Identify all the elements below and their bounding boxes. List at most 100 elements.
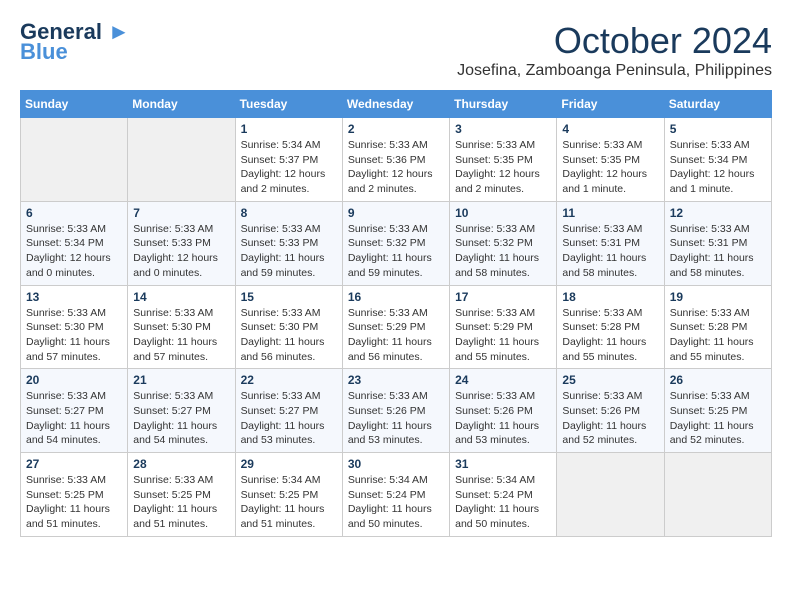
- calendar-day-cell: 18Sunrise: 5:33 AMSunset: 5:28 PMDayligh…: [557, 285, 664, 369]
- calendar-body: 1 Sunrise: 5:34 AMSunset: 5:37 PMDaylight…: [21, 118, 772, 537]
- weekday-header-cell: Tuesday: [235, 91, 342, 118]
- month-title: October 2024: [457, 20, 772, 62]
- weekday-header-cell: Friday: [557, 91, 664, 118]
- day-info: Sunrise: 5:33 AMSunset: 5:34 PMDaylight:…: [670, 138, 766, 197]
- day-number: 1: [241, 122, 337, 136]
- logo: General ► Blue: [20, 20, 130, 64]
- calendar-day-cell: 17Sunrise: 5:33 AMSunset: 5:29 PMDayligh…: [450, 285, 557, 369]
- day-info: Sunrise: 5:33 AMSunset: 5:35 PMDaylight:…: [455, 138, 551, 197]
- day-number: 19: [670, 290, 766, 304]
- logo-blue-text: Blue: [20, 40, 68, 64]
- calendar-week-row: 20 Sunrise: 5:33 AMSunset: 5:27 PMDayligh…: [21, 369, 772, 453]
- day-number: 28: [133, 457, 229, 471]
- calendar-day-cell: 11Sunrise: 5:33 AMSunset: 5:31 PMDayligh…: [557, 201, 664, 285]
- weekday-header-cell: Thursday: [450, 91, 557, 118]
- calendar-day-cell: 25 Sunrise: 5:33 AMSunset: 5:26 PMDayligh…: [557, 369, 664, 453]
- day-info: Sunrise: 5:33 AMSunset: 5:25 PMDaylight:…: [133, 473, 229, 532]
- calendar-day-cell: 24 Sunrise: 5:33 AMSunset: 5:26 PMDayligh…: [450, 369, 557, 453]
- day-number: 3: [455, 122, 551, 136]
- day-info: Sunrise: 5:33 AMSunset: 5:32 PMDaylight:…: [348, 222, 444, 281]
- day-info: Sunrise: 5:33 AMSunset: 5:26 PMDaylight:…: [348, 389, 444, 448]
- calendar-day-cell: 26Sunrise: 5:33 AMSunset: 5:25 PMDayligh…: [664, 369, 771, 453]
- calendar-day-cell: 21 Sunrise: 5:33 AMSunset: 5:27 PMDayligh…: [128, 369, 235, 453]
- weekday-header-cell: Wednesday: [342, 91, 449, 118]
- weekday-header-row: SundayMondayTuesdayWednesdayThursdayFrid…: [21, 91, 772, 118]
- calendar-week-row: 1 Sunrise: 5:34 AMSunset: 5:37 PMDaylight…: [21, 118, 772, 202]
- day-info: Sunrise: 5:33 AMSunset: 5:30 PMDaylight:…: [26, 306, 122, 365]
- calendar-day-cell: 19 Sunrise: 5:33 AMSunset: 5:28 PMDayligh…: [664, 285, 771, 369]
- day-info: Sunrise: 5:33 AMSunset: 5:33 PMDaylight:…: [133, 222, 229, 281]
- day-number: 24: [455, 373, 551, 387]
- day-number: 10: [455, 206, 551, 220]
- day-info: Sunrise: 5:34 AMSunset: 5:37 PMDaylight:…: [241, 138, 337, 197]
- page-header: General ► Blue October 2024 Josefina, Za…: [20, 20, 772, 80]
- calendar-day-cell: 10 Sunrise: 5:33 AMSunset: 5:32 PMDayligh…: [450, 201, 557, 285]
- day-info: Sunrise: 5:33 AMSunset: 5:29 PMDaylight:…: [348, 306, 444, 365]
- day-number: 22: [241, 373, 337, 387]
- day-info: Sunrise: 5:33 AMSunset: 5:28 PMDaylight:…: [670, 306, 766, 365]
- calendar-day-cell: 9 Sunrise: 5:33 AMSunset: 5:32 PMDaylight…: [342, 201, 449, 285]
- calendar-day-cell: 30 Sunrise: 5:34 AMSunset: 5:24 PMDayligh…: [342, 453, 449, 537]
- location-subtitle: Josefina, Zamboanga Peninsula, Philippin…: [457, 62, 772, 80]
- weekday-header-cell: Monday: [128, 91, 235, 118]
- calendar-day-cell: 23Sunrise: 5:33 AMSunset: 5:26 PMDayligh…: [342, 369, 449, 453]
- day-number: 8: [241, 206, 337, 220]
- day-number: 16: [348, 290, 444, 304]
- calendar-day-cell: 13Sunrise: 5:33 AMSunset: 5:30 PMDayligh…: [21, 285, 128, 369]
- day-number: 18: [562, 290, 658, 304]
- calendar-day-cell: 28 Sunrise: 5:33 AMSunset: 5:25 PMDayligh…: [128, 453, 235, 537]
- day-info: Sunrise: 5:33 AMSunset: 5:36 PMDaylight:…: [348, 138, 444, 197]
- day-info: Sunrise: 5:33 AMSunset: 5:26 PMDaylight:…: [562, 389, 658, 448]
- day-number: 2: [348, 122, 444, 136]
- day-number: 9: [348, 206, 444, 220]
- day-info: Sunrise: 5:33 AMSunset: 5:25 PMDaylight:…: [26, 473, 122, 532]
- day-number: 6: [26, 206, 122, 220]
- day-number: 21: [133, 373, 229, 387]
- day-number: 12: [670, 206, 766, 220]
- day-number: 15: [241, 290, 337, 304]
- day-info: Sunrise: 5:33 AMSunset: 5:27 PMDaylight:…: [241, 389, 337, 448]
- day-number: 5: [670, 122, 766, 136]
- calendar-day-cell: 3 Sunrise: 5:33 AMSunset: 5:35 PMDaylight…: [450, 118, 557, 202]
- calendar-day-cell: 4Sunrise: 5:33 AMSunset: 5:35 PMDaylight…: [557, 118, 664, 202]
- calendar-day-cell: 12 Sunrise: 5:33 AMSunset: 5:31 PMDayligh…: [664, 201, 771, 285]
- calendar-week-row: 27 Sunrise: 5:33 AMSunset: 5:25 PMDayligh…: [21, 453, 772, 537]
- calendar-day-cell: 5 Sunrise: 5:33 AMSunset: 5:34 PMDaylight…: [664, 118, 771, 202]
- day-info: Sunrise: 5:34 AMSunset: 5:25 PMDaylight:…: [241, 473, 337, 532]
- calendar-day-cell: [664, 453, 771, 537]
- calendar-day-cell: 7 Sunrise: 5:33 AMSunset: 5:33 PMDaylight…: [128, 201, 235, 285]
- day-info: Sunrise: 5:33 AMSunset: 5:30 PMDaylight:…: [133, 306, 229, 365]
- day-number: 4: [562, 122, 658, 136]
- calendar-day-cell: [557, 453, 664, 537]
- title-section: October 2024 Josefina, Zamboanga Peninsu…: [457, 20, 772, 80]
- calendar-day-cell: 6Sunrise: 5:33 AMSunset: 5:34 PMDaylight…: [21, 201, 128, 285]
- calendar-day-cell: 2 Sunrise: 5:33 AMSunset: 5:36 PMDaylight…: [342, 118, 449, 202]
- day-info: Sunrise: 5:33 AMSunset: 5:26 PMDaylight:…: [455, 389, 551, 448]
- calendar-week-row: 6Sunrise: 5:33 AMSunset: 5:34 PMDaylight…: [21, 201, 772, 285]
- day-info: Sunrise: 5:33 AMSunset: 5:32 PMDaylight:…: [455, 222, 551, 281]
- day-info: Sunrise: 5:33 AMSunset: 5:33 PMDaylight:…: [241, 222, 337, 281]
- calendar-day-cell: 1 Sunrise: 5:34 AMSunset: 5:37 PMDaylight…: [235, 118, 342, 202]
- weekday-header-cell: Sunday: [21, 91, 128, 118]
- day-number: 7: [133, 206, 229, 220]
- logo-blue: ►: [102, 19, 130, 44]
- day-number: 30: [348, 457, 444, 471]
- calendar-day-cell: 14 Sunrise: 5:33 AMSunset: 5:30 PMDayligh…: [128, 285, 235, 369]
- day-info: Sunrise: 5:34 AMSunset: 5:24 PMDaylight:…: [348, 473, 444, 532]
- day-number: 25: [562, 373, 658, 387]
- calendar-week-row: 13Sunrise: 5:33 AMSunset: 5:30 PMDayligh…: [21, 285, 772, 369]
- day-info: Sunrise: 5:33 AMSunset: 5:29 PMDaylight:…: [455, 306, 551, 365]
- day-number: 20: [26, 373, 122, 387]
- calendar-day-cell: 15Sunrise: 5:33 AMSunset: 5:30 PMDayligh…: [235, 285, 342, 369]
- day-number: 31: [455, 457, 551, 471]
- day-number: 14: [133, 290, 229, 304]
- calendar-table: SundayMondayTuesdayWednesdayThursdayFrid…: [20, 90, 772, 537]
- calendar-day-cell: 31Sunrise: 5:34 AMSunset: 5:24 PMDayligh…: [450, 453, 557, 537]
- day-number: 27: [26, 457, 122, 471]
- day-number: 29: [241, 457, 337, 471]
- calendar-day-cell: 8 Sunrise: 5:33 AMSunset: 5:33 PMDaylight…: [235, 201, 342, 285]
- day-info: Sunrise: 5:33 AMSunset: 5:27 PMDaylight:…: [133, 389, 229, 448]
- calendar-day-cell: 29 Sunrise: 5:34 AMSunset: 5:25 PMDayligh…: [235, 453, 342, 537]
- calendar-day-cell: [21, 118, 128, 202]
- day-info: Sunrise: 5:33 AMSunset: 5:31 PMDaylight:…: [670, 222, 766, 281]
